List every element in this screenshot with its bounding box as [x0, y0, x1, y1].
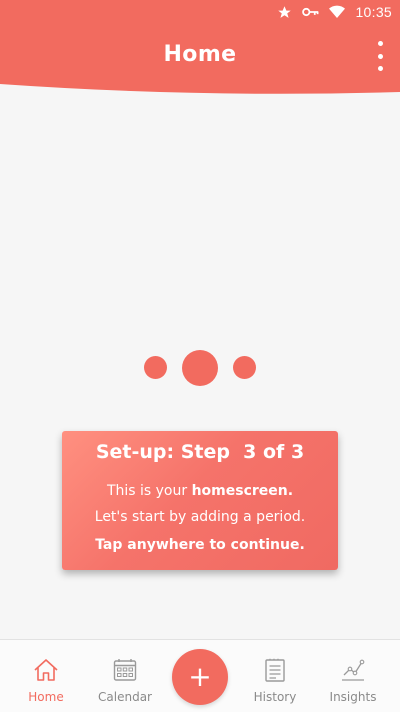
setup-line-homescreen: This is your homescreen.: [62, 483, 338, 499]
loading-dots: [0, 345, 400, 391]
page-title: Home: [163, 42, 237, 67]
calendar-icon: [113, 640, 137, 686]
loading-dot-left: [144, 356, 167, 379]
setup-line-continue: Tap anywhere to continue.: [95, 537, 305, 553]
setup-card[interactable]: Set-up: Step 3 of 3 This is your homescr…: [62, 431, 338, 570]
more-vert-icon[interactable]: [370, 40, 390, 72]
loading-dot-right: [233, 356, 256, 379]
nav-item-history[interactable]: History: [235, 640, 315, 712]
key-icon: [302, 6, 319, 18]
plus-icon: +: [188, 660, 212, 693]
nav-label-history: History: [253, 690, 297, 704]
setup-line-homescreen-bold: homescreen.: [191, 483, 294, 499]
setup-line-add-period: Let's start by adding a period.: [94, 509, 306, 525]
app-bar: Home: [0, 24, 400, 96]
star-icon: [277, 5, 292, 20]
loading-dot-center: [182, 350, 218, 386]
nav-item-insights[interactable]: Insights: [313, 640, 393, 712]
setup-title: Set-up: Step 3 of 3: [95, 441, 305, 463]
wifi-icon: [329, 5, 346, 19]
status-time: 10:35: [355, 4, 392, 20]
setup-line-homescreen-text: This is your: [106, 483, 192, 499]
nav-item-home[interactable]: Home: [6, 640, 86, 712]
home-icon: [33, 640, 59, 686]
insights-icon: [340, 640, 366, 686]
add-period-button[interactable]: +: [172, 649, 228, 705]
nav-item-calendar[interactable]: Calendar: [85, 640, 165, 712]
status-icons: 10:35: [277, 0, 392, 24]
nav-label-home: Home: [28, 690, 64, 704]
nav-label-insights: Insights: [329, 690, 377, 704]
status-bar: 10:35: [0, 0, 400, 24]
history-icon: [264, 640, 286, 686]
nav-label-calendar: Calendar: [98, 690, 152, 704]
